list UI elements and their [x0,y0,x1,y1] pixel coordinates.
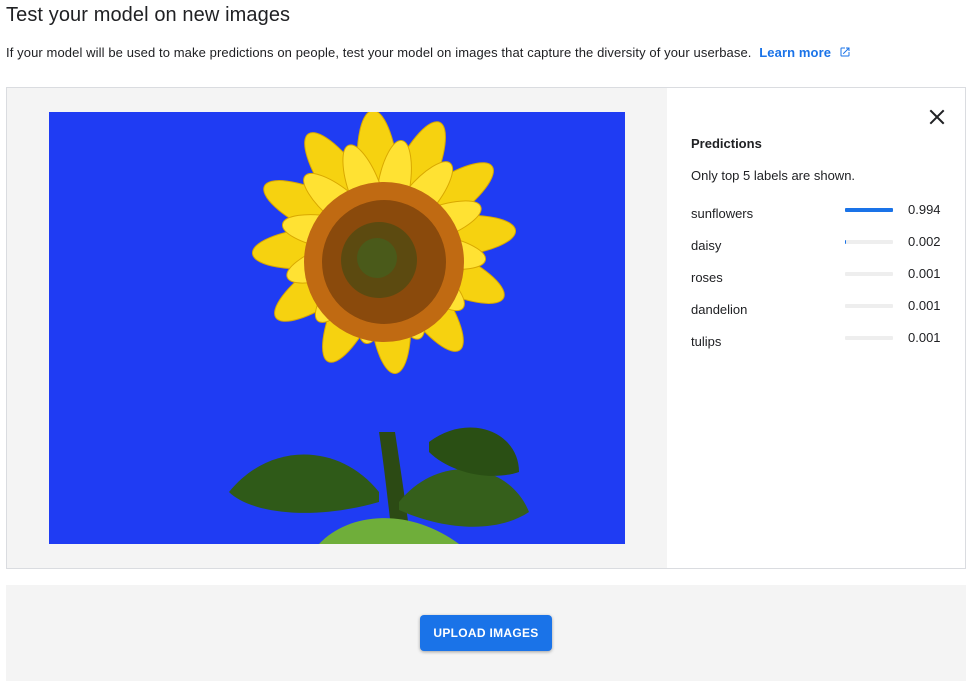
prediction-label: sunflowers [691,206,754,221]
predictions-title: Predictions [691,136,762,151]
prediction-bar [845,304,893,308]
upload-images-button[interactable]: UPLOAD IMAGES [420,615,552,651]
predictions-list: sunflowers 0.994 daisy 0.002 roses 0.001 dande… [691,198,951,358]
upload-area: UPLOAD IMAGES [6,585,966,681]
learn-more-link[interactable]: Learn more [759,45,851,60]
prediction-score: 0.002 [908,234,941,249]
prediction-label: dandelion [691,302,748,317]
prediction-label: tulips [691,334,722,349]
prediction-score: 0.994 [908,202,941,217]
close-icon [929,109,945,125]
prediction-row: sunflowers 0.994 [691,198,951,230]
prediction-row: dandelion 0.001 [691,294,951,326]
prediction-label: roses [691,270,723,285]
close-button[interactable] [925,105,949,129]
prediction-label: daisy [691,238,722,253]
prediction-row: roses 0.001 [691,262,951,294]
result-card: Predictions Only top 5 labels are shown.… [6,87,966,569]
image-pane [7,88,667,568]
test-image [49,112,625,544]
predictions-panel: Predictions Only top 5 labels are shown.… [667,88,965,568]
predictions-subtitle: Only top 5 labels are shown. [691,168,856,183]
prediction-bar [845,208,893,212]
prediction-score: 0.001 [908,330,941,345]
prediction-bar [845,272,893,276]
prediction-score: 0.001 [908,298,941,313]
prediction-row: daisy 0.002 [691,230,951,262]
prediction-bar-fill [845,208,893,212]
intro-sentence: If your model will be used to make predi… [6,45,752,60]
prediction-row: tulips 0.001 [691,326,951,358]
prediction-bar [845,240,893,244]
open-in-new-icon [840,47,850,57]
prediction-score: 0.001 [908,266,941,281]
learn-more-label: Learn more [759,45,832,60]
page-title: Test your model on new images [6,4,291,26]
intro-text: If your model will be used to make predi… [6,45,851,60]
sunflower-photo [49,112,625,544]
prediction-bar [845,336,893,340]
